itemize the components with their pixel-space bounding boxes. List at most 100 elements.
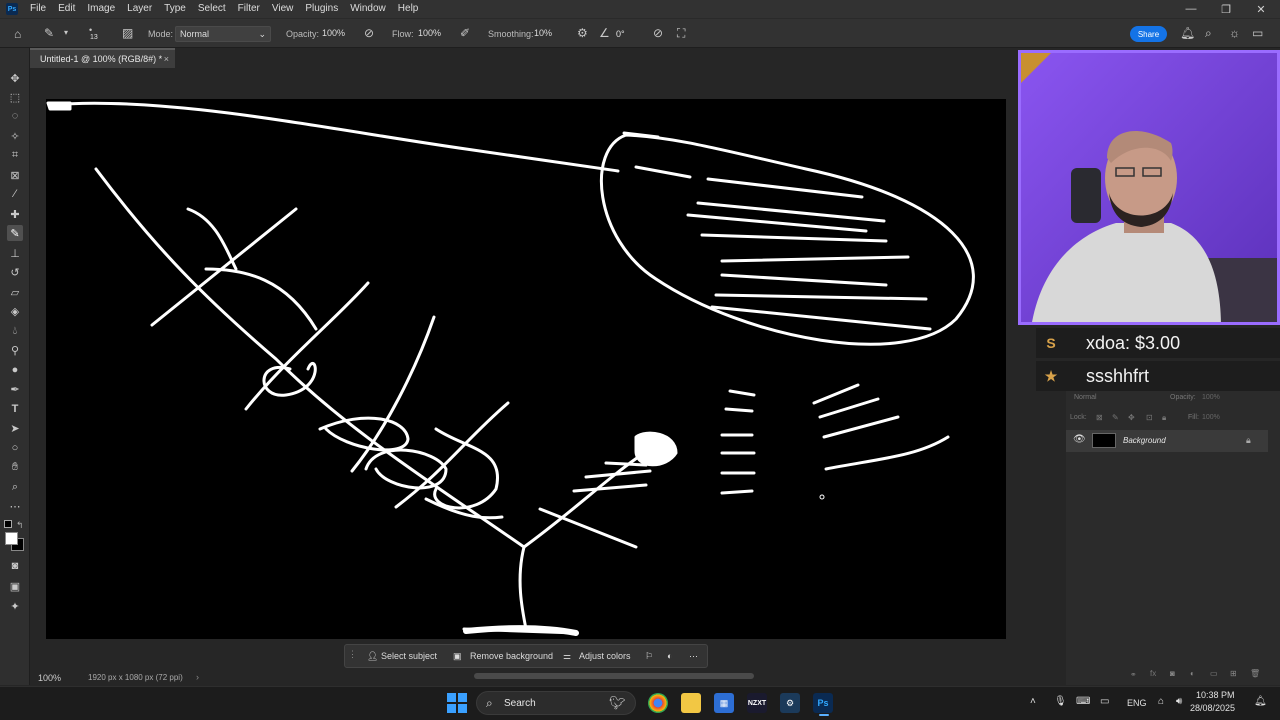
menu-view[interactable]: View xyxy=(266,0,300,18)
pressure-size-icon[interactable]: ⊘ xyxy=(653,27,663,39)
bell-icon[interactable]: 🔔︎ xyxy=(1180,27,1195,39)
mode-dropdown[interactable]: Normal ⌄ xyxy=(175,26,271,42)
dodge-tool-icon[interactable]: ⚲ xyxy=(7,342,23,358)
microsoft-store-icon[interactable]: ▦ xyxy=(714,693,734,713)
layer-opacity-value[interactable]: 100% xyxy=(1202,394,1220,401)
menu-layer[interactable]: Layer xyxy=(121,0,158,18)
pressure-opacity-icon[interactable]: ⊘ xyxy=(364,27,374,39)
canvas[interactable] xyxy=(46,99,1006,639)
quick-mask-icon[interactable]: ◙ xyxy=(7,558,23,574)
contrast-icon[interactable]: ◐ xyxy=(667,651,672,661)
brush-tool-icon[interactable]: ✎ xyxy=(7,225,23,241)
menu-image[interactable]: Image xyxy=(81,0,121,18)
flag-icon[interactable]: ⚐ xyxy=(645,651,653,662)
search-icon[interactable]: ⌕ xyxy=(1205,27,1212,39)
path-select-icon[interactable]: ➤ xyxy=(7,420,23,436)
paint-bucket-icon[interactable]: ◈ xyxy=(7,303,23,319)
ellipse-tool-icon[interactable]: ○ xyxy=(7,440,23,456)
trash-icon[interactable]: 🗑︎ xyxy=(1250,669,1260,678)
healing-brush-icon[interactable]: ✚ xyxy=(7,206,23,222)
lock-pixels-icon[interactable]: ⊠ xyxy=(1096,413,1103,422)
adjust-colors-button[interactable]: Adjust colors xyxy=(579,651,631,661)
workspace-icon[interactable]: ▭ xyxy=(1252,27,1263,39)
keyboard-icon[interactable]: ⌨ xyxy=(1076,696,1090,707)
gear-icon[interactable]: ⚙ xyxy=(577,27,588,39)
share-button[interactable]: Share xyxy=(1130,26,1167,42)
menu-window[interactable]: Window xyxy=(344,0,392,18)
remove-background-button[interactable]: Remove background xyxy=(470,651,553,661)
notification-icon[interactable]: 🔔︎ xyxy=(1254,696,1267,707)
network-icon[interactable]: ⌂ xyxy=(1158,696,1164,707)
magic-wand-icon[interactable]: ✧ xyxy=(7,128,23,144)
opacity-field[interactable]: 100% xyxy=(318,26,356,42)
lock-paint-icon[interactable]: ✎ xyxy=(1112,413,1119,422)
pen-tool-icon[interactable]: ✒ xyxy=(7,381,23,397)
eraser-tool-icon[interactable]: ▱ xyxy=(7,284,23,300)
taskbar-search[interactable]: ⌕ Search 🐦︎ xyxy=(476,691,636,715)
chevron-up-icon[interactable]: ˄ xyxy=(1030,696,1036,707)
menu-select[interactable]: Select xyxy=(192,0,232,18)
lock-all-icon[interactable]: 🔒︎ xyxy=(1162,413,1166,423)
crop-tool-icon[interactable]: ⌗ xyxy=(7,147,23,163)
file-explorer-icon[interactable] xyxy=(681,693,701,713)
drag-handle-icon[interactable]: ⋮ xyxy=(348,649,357,660)
type-tool-icon[interactable]: T xyxy=(7,401,23,417)
select-subject-button[interactable]: Select subject xyxy=(381,651,437,661)
chrome-icon[interactable] xyxy=(648,693,668,713)
volume-icon[interactable]: 🔊︎ xyxy=(1176,696,1182,707)
menu-plugins[interactable]: Plugins xyxy=(299,0,344,18)
new-group-icon[interactable]: ▭ xyxy=(1210,669,1218,678)
layer-mask-icon[interactable]: ◙ xyxy=(1170,669,1175,678)
layer-row[interactable]: 👁︎ Background 🔒︎ xyxy=(1066,430,1268,452)
microphone-icon[interactable]: 🎙︎ xyxy=(1054,696,1067,707)
lock-artboard-icon[interactable]: ⊡ xyxy=(1146,413,1153,422)
start-icon[interactable] xyxy=(447,693,467,713)
move-tool-icon[interactable]: ✥ xyxy=(7,70,23,86)
menu-filter[interactable]: Filter xyxy=(232,0,266,18)
close-tab-icon[interactable]: × xyxy=(164,54,169,64)
dodge2-tool-icon[interactable]: ● xyxy=(7,362,23,378)
maximize-icon[interactable]: ❐ xyxy=(1209,0,1243,18)
flow-field[interactable]: 100% xyxy=(414,26,452,42)
menu-file[interactable]: File xyxy=(24,0,52,18)
zoom-level[interactable]: 100% xyxy=(38,673,61,683)
more-tools-icon[interactable]: ⋯ xyxy=(7,498,23,514)
display-icon[interactable]: ▭ xyxy=(1100,696,1109,707)
home-icon[interactable]: ⌂ xyxy=(14,28,21,40)
status-arrow-icon[interactable]: › xyxy=(196,672,199,682)
fill-value[interactable]: 100% xyxy=(1202,414,1220,421)
frame-tool-icon[interactable]: ⊠ xyxy=(7,167,23,183)
blur-tool-icon[interactable]: 💧︎ xyxy=(7,323,23,339)
zoom-tool-icon[interactable]: ⌕ xyxy=(7,479,23,495)
history-brush-icon[interactable]: ↺ xyxy=(7,264,23,280)
default-colors-icon[interactable] xyxy=(4,520,12,528)
hand-tool-icon[interactable]: ✋︎ xyxy=(7,459,23,475)
nzxt-icon[interactable]: NZXT xyxy=(747,693,767,713)
new-layer-icon[interactable]: ⊞ xyxy=(1230,669,1237,678)
eyedropper-icon[interactable]: ⁄ xyxy=(7,186,23,202)
marquee-tool-icon[interactable]: ⬚ xyxy=(7,89,23,105)
minimize-icon[interactable]: — xyxy=(1174,0,1208,18)
layer-name[interactable]: Background xyxy=(1123,436,1166,445)
language-indicator[interactable]: ENG xyxy=(1127,698,1147,708)
lasso-tool-icon[interactable]: ◌ xyxy=(7,108,23,124)
menu-help[interactable]: Help xyxy=(392,0,425,18)
lock-position-icon[interactable]: ✥ xyxy=(1128,413,1135,422)
chevron-down-icon[interactable]: ▾ xyxy=(64,27,68,39)
close-icon[interactable]: ✕ xyxy=(1244,0,1278,18)
document-tab[interactable]: Untitled-1 @ 100% (RGB/8#) * × xyxy=(30,48,175,68)
clock-date[interactable]: 28/08/2025 xyxy=(1190,703,1235,713)
brush-settings-icon[interactable]: ▨ xyxy=(122,27,133,39)
symmetry-icon[interactable]: ⛶ xyxy=(677,27,685,39)
menu-type[interactable]: Type xyxy=(158,0,192,18)
airbrush-icon[interactable]: ✐ xyxy=(460,27,470,39)
swap-colors-icon[interactable]: ↰ xyxy=(16,520,24,531)
smoothing-field[interactable]: 10% xyxy=(530,26,568,42)
eye-icon[interactable]: 👁︎ xyxy=(1073,434,1086,445)
clock-time[interactable]: 10:38 PM xyxy=(1196,690,1235,700)
fx-icon[interactable]: fx xyxy=(1150,669,1156,678)
stamp-tool-icon[interactable]: ⊥ xyxy=(7,245,23,261)
blend-mode[interactable]: Normal xyxy=(1074,394,1097,401)
link-layers-icon[interactable]: ⚭ xyxy=(1130,670,1137,679)
adjustment-layer-icon[interactable]: ◐ xyxy=(1190,669,1195,678)
